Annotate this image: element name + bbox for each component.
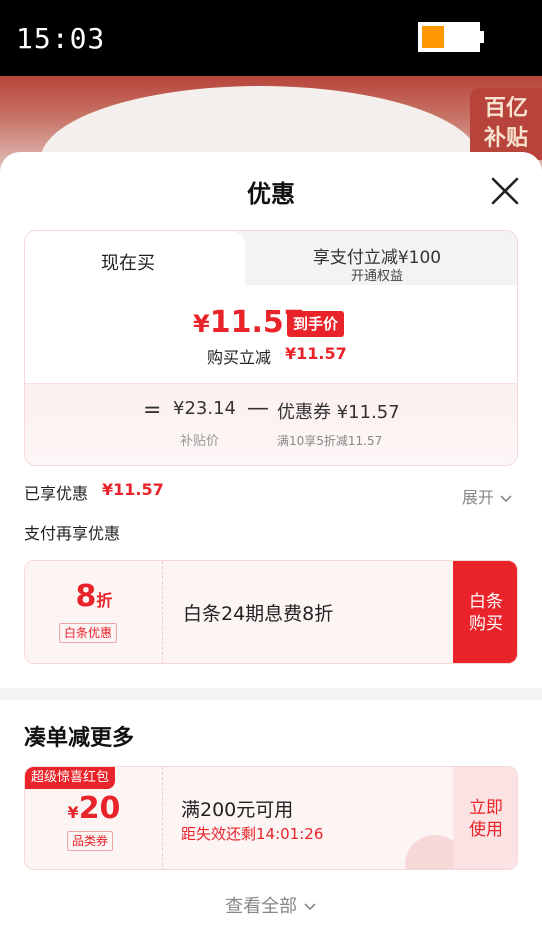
use-coupon-button-line1: 立即	[469, 798, 503, 818]
coupon-amount-number: 20	[78, 791, 121, 826]
coupon-currency: ¥	[67, 803, 79, 822]
section-divider	[0, 688, 542, 700]
subsidy-price-label: 补贴价	[180, 434, 220, 449]
use-coupon-button-line2: 使用	[469, 820, 503, 840]
baitiao-offer-left: 8折 白条优惠	[25, 561, 163, 663]
battery-cap	[480, 31, 484, 43]
price-breakdown: = ¥23.14 补贴价 — 优惠券 ¥11.57 满10享5折减11.57	[25, 383, 517, 465]
coupon-amount: 优惠券 ¥11.57	[277, 402, 400, 423]
coupon-left: 超级惊喜红包 ¥20 品类券	[25, 767, 163, 869]
chevron-down-icon	[500, 494, 512, 502]
baitiao-discount: 8折	[25, 579, 163, 614]
discount-sheet: 优惠 现在买 享支付立减¥100 开通权益 ¥11.57 到手价 购买立减 ¥1…	[0, 152, 542, 931]
status-bar: 15:03	[0, 0, 542, 76]
baitiao-offer-text: 白条24期息费8折	[183, 603, 334, 625]
battery-level	[422, 26, 444, 48]
use-coupon-button[interactable]: 立即 使用	[453, 767, 517, 869]
baitiao-buy-button[interactable]: 白条 购买	[453, 561, 517, 663]
price-card: 现在买 享支付立减¥100 开通权益 ¥11.57 到手价 购买立减 ¥11.5…	[24, 230, 518, 466]
close-icon[interactable]	[488, 174, 522, 208]
coupon-type-tag: 品类券	[67, 831, 114, 851]
minus-sign: —	[247, 396, 269, 421]
baitiao-discount-value: 8	[75, 579, 97, 614]
baitiao-buy-button-line1: 白条	[469, 592, 503, 612]
pay-more-heading: 支付再享优惠	[24, 524, 121, 543]
battery-icon	[418, 22, 480, 52]
expand-label: 展开	[462, 488, 495, 507]
baitiao-discount-unit: 折	[96, 591, 113, 610]
final-price-currency: ¥	[193, 310, 210, 338]
buy-reduce-label: 购买立减	[207, 348, 272, 367]
tab-buy-now-label: 现在买	[101, 253, 155, 274]
expand-button[interactable]: 展开	[462, 484, 513, 508]
more-deals-title: 凑单减更多	[24, 726, 135, 751]
enjoyed-discount-label: 已享优惠	[24, 484, 89, 503]
subsidy-badge: 百亿 补贴	[470, 88, 542, 160]
baitiao-buy-button-line2: 购买	[469, 614, 503, 634]
coupon-value: ¥20	[25, 791, 163, 826]
subsidy-price: ¥23.14	[173, 398, 236, 419]
sheet-title: 优惠	[247, 180, 295, 208]
subsidy-badge-line2: 补贴	[483, 126, 528, 151]
equals-sign: =	[143, 398, 162, 423]
view-all-label: 查看全部	[225, 896, 298, 917]
chevron-down-icon	[304, 903, 316, 911]
final-price-badge: 到手价	[287, 311, 345, 337]
red-packet-coupon-card: 超级惊喜红包 ¥20 品类券 满200元可用 距失效还剩14:01:26 立即 …	[24, 766, 518, 870]
coupon-ribbon: 超级惊喜红包	[25, 767, 116, 789]
coupon-condition: 满200元可用	[181, 799, 294, 821]
baitiao-offer-card: 8折 白条优惠 白条24期息费8折 白条 购买	[24, 560, 518, 664]
tab-pay-reduce-subtitle: 开通权益	[350, 269, 403, 284]
buy-reduce-value: ¥11.57	[285, 344, 347, 363]
subsidy-badge-line1: 百亿	[483, 96, 528, 121]
view-all-button[interactable]: 查看全部	[0, 892, 542, 918]
baitiao-tag: 白条优惠	[59, 623, 118, 643]
coupon-rule: 满10享5折减11.57	[277, 434, 383, 448]
coupon-expiry-countdown: 距失效还剩14:01:26	[181, 825, 324, 843]
status-time: 15:03	[16, 22, 106, 55]
enjoyed-discount-value: ¥11.57	[102, 480, 164, 499]
